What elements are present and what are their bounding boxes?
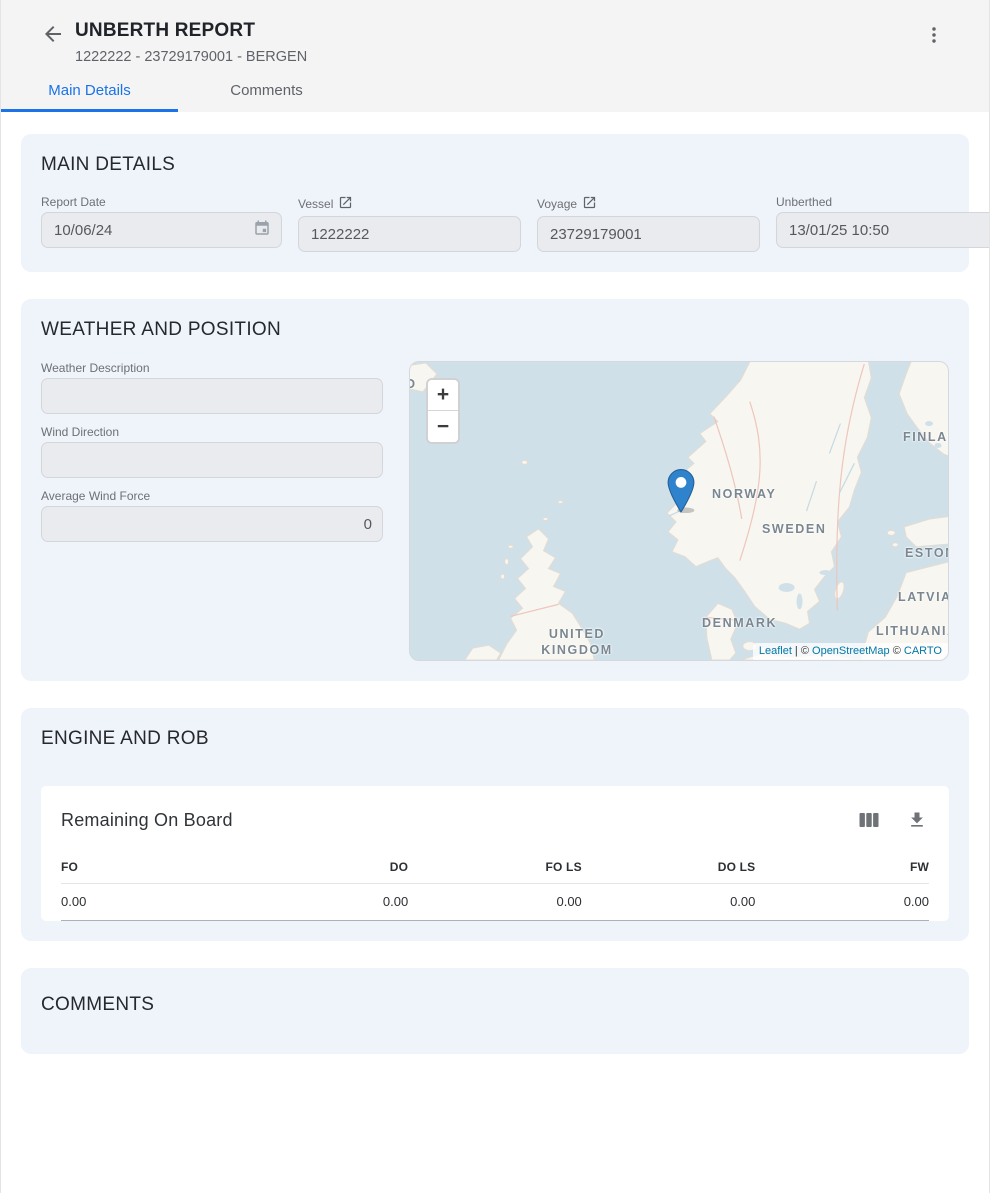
voyage-field-group: Voyage — [537, 195, 760, 252]
open-in-new-icon[interactable] — [582, 195, 597, 213]
tab-comments-label: Comments — [230, 82, 303, 99]
wind-direction-label: Wind Direction — [41, 425, 383, 439]
unberthed-value[interactable] — [789, 222, 988, 239]
voyage-value[interactable] — [550, 226, 749, 243]
carto-link[interactable]: CARTO — [904, 645, 942, 657]
tab-bar: Main Details Comments — [1, 69, 989, 112]
rob-col-fo: FO — [61, 850, 235, 883]
map-pin-icon[interactable] — [667, 469, 695, 518]
engine-rob-heading: ENGINE AND ROB — [41, 728, 949, 750]
calendar-icon[interactable] — [253, 219, 271, 242]
attribution-separator: | © — [792, 645, 812, 657]
map-label-norway: NORWAY — [712, 487, 776, 501]
map-label-sweden: SWEDEN — [762, 522, 826, 536]
rob-table-row: 0.00 0.00 0.00 0.00 0.00 — [61, 884, 929, 921]
wind-direction-value[interactable] — [54, 452, 372, 469]
report-date-field-group: Report Date — [41, 195, 282, 252]
map-attribution: Leaflet | © OpenStreetMap © CARTO — [753, 643, 948, 660]
map-label-finland: FINLAND — [903, 430, 949, 444]
open-in-new-icon[interactable] — [338, 195, 353, 213]
average-wind-force-label: Average Wind Force — [41, 489, 383, 503]
report-date-label: Report Date — [41, 195, 282, 209]
weather-description-field-group: Weather Description — [41, 361, 383, 414]
report-date-input[interactable] — [41, 212, 282, 248]
remaining-on-board-table-card: Remaining On Board — [41, 786, 949, 921]
rob-col-fw: FW — [755, 850, 929, 883]
weather-description-value[interactable] — [54, 388, 372, 405]
rob-table: FO DO FO LS DO LS FW 0.00 0.00 0.00 0.00… — [61, 850, 929, 921]
tab-comments[interactable]: Comments — [178, 69, 355, 112]
rob-value-dols: 0.00 — [582, 884, 756, 920]
voyage-label-text: Voyage — [537, 197, 577, 211]
back-button[interactable] — [39, 20, 67, 48]
weather-position-card: WEATHER AND POSITION Weather Description… — [21, 299, 969, 681]
vessel-field-group: Vessel — [298, 195, 521, 252]
more-options-button[interactable] — [921, 22, 947, 48]
weather-description-input[interactable] — [41, 378, 383, 414]
vessel-label-text: Vessel — [298, 197, 333, 211]
map-label-estonia: ESTONIA — [905, 546, 949, 560]
header: UNBERTH REPORT 1222222 - 23729179001 - B… — [1, 0, 989, 112]
leaflet-link[interactable]: Leaflet — [759, 645, 792, 657]
rob-value-fols: 0.00 — [408, 884, 582, 920]
map-label-lithuania: LITHUANIA — [876, 624, 949, 638]
page-subtitle: 1222222 - 23729179001 - BERGEN — [75, 49, 921, 65]
tab-main-details[interactable]: Main Details — [1, 69, 178, 112]
voyage-input[interactable] — [537, 216, 760, 252]
weather-position-heading: WEATHER AND POSITION — [41, 319, 949, 341]
main-details-heading: MAIN DETAILS — [41, 154, 949, 176]
main-details-card: MAIN DETAILS Report Date Vessel — [21, 134, 969, 272]
columns-icon — [859, 817, 879, 832]
zoom-out-button[interactable]: − — [428, 411, 458, 442]
columns-button[interactable] — [857, 809, 881, 831]
rob-col-fols: FO LS — [408, 850, 582, 883]
download-icon — [907, 818, 927, 833]
map-label-denmark: DENMARK — [702, 616, 777, 630]
position-map[interactable]: NORWAY SWEDEN DENMARK UNITED KINGDOM FIN… — [409, 361, 949, 661]
wind-direction-field-group: Wind Direction — [41, 425, 383, 478]
download-button[interactable] — [905, 808, 929, 832]
wind-direction-input[interactable] — [41, 442, 383, 478]
report-date-value[interactable] — [54, 222, 253, 239]
arrow-left-icon — [41, 34, 65, 49]
map-label-latvia: LATVIA — [898, 590, 949, 604]
unberthed-label: Unberthed — [776, 195, 990, 209]
weather-description-label: Weather Description — [41, 361, 383, 375]
comments-card: COMMENTS — [21, 968, 969, 1054]
map-zoom-control: + − — [426, 378, 460, 444]
comments-heading: COMMENTS — [41, 994, 949, 1016]
tab-main-details-label: Main Details — [48, 82, 131, 99]
rob-value-do: 0.00 — [235, 884, 409, 920]
vessel-label: Vessel — [298, 195, 521, 213]
zoom-in-button[interactable]: + — [428, 380, 458, 411]
vessel-value[interactable] — [311, 226, 510, 243]
rob-table-header-row: FO DO FO LS DO LS FW — [61, 850, 929, 884]
rob-table-title: Remaining On Board — [61, 810, 857, 831]
engine-rob-card: ENGINE AND ROB Remaining On Board — [21, 708, 969, 941]
unberth-report-page: UNBERTH REPORT 1222222 - 23729179001 - B… — [0, 0, 990, 1193]
rob-value-fo: 0.00 — [61, 884, 235, 920]
vessel-input[interactable] — [298, 216, 521, 252]
unberthed-input[interactable] — [776, 212, 990, 248]
rob-col-dols: DO LS — [582, 850, 756, 883]
openstreetmap-link[interactable]: OpenStreetMap — [812, 645, 890, 657]
rob-col-do: DO — [235, 850, 409, 883]
kebab-menu-icon — [923, 34, 945, 49]
voyage-label: Voyage — [537, 195, 760, 213]
unberthed-field-group: Unberthed — [776, 195, 990, 252]
map-label-fragment: D — [409, 377, 417, 391]
average-wind-force-input[interactable] — [41, 506, 383, 542]
average-wind-force-field-group: Average Wind Force — [41, 489, 383, 542]
average-wind-force-value[interactable] — [54, 516, 372, 533]
rob-value-fw: 0.00 — [755, 884, 929, 920]
page-title: UNBERTH REPORT — [75, 20, 921, 42]
map-label-united-kingdom: UNITED KINGDOM — [522, 627, 632, 658]
attribution-separator: © — [890, 645, 904, 657]
